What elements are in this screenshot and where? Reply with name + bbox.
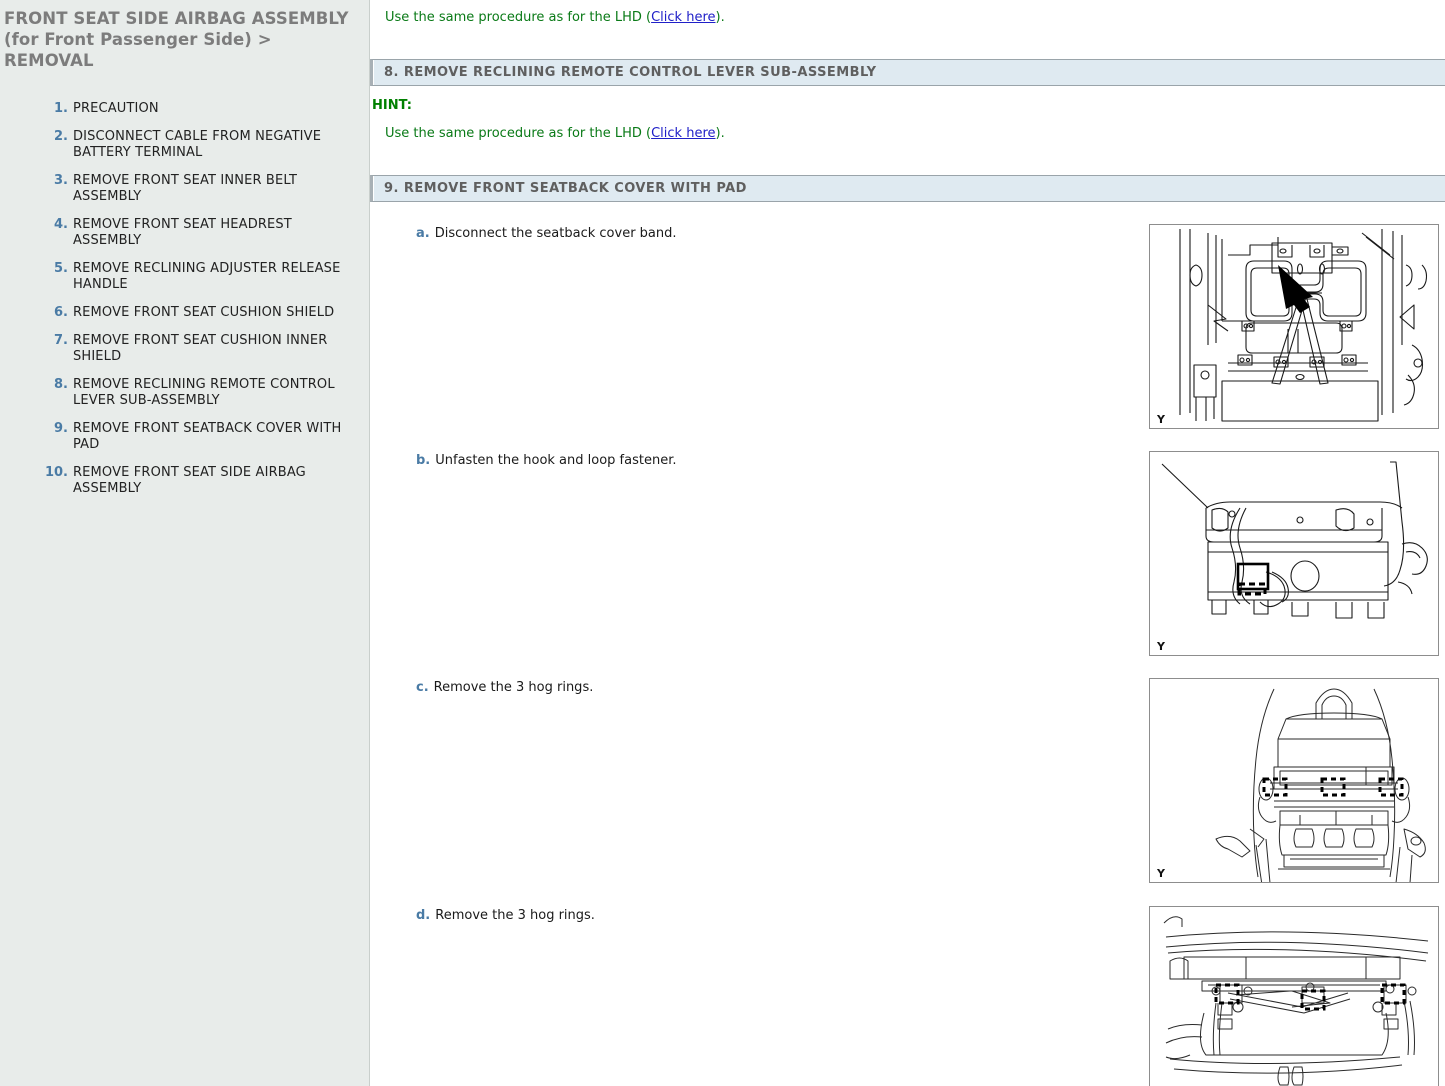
sidebar-item-label: DISCONNECT CABLE FROM NEGATIVE BATTERY T… xyxy=(73,129,353,161)
figure-hook-and-loop-fastener: Y xyxy=(1149,451,1439,656)
sidebar-item-side-airbag[interactable]: 10. REMOVE FRONT SEAT SIDE AIRBAG ASSEMB… xyxy=(0,465,369,497)
step-letter: a. xyxy=(416,225,430,242)
sidebar-item-cushion-shield[interactable]: 6. REMOVE FRONT SEAT CUSHION SHIELD xyxy=(0,305,369,321)
top-hint-before: Use the same procedure as for the LHD ( xyxy=(385,10,651,25)
seatback-rear-diagram xyxy=(1150,679,1438,882)
section-8-hint-text: Use the same procedure as for the LHD (C… xyxy=(370,125,725,142)
seat-lower-diagram xyxy=(1150,907,1438,1086)
toc-number: 2. xyxy=(48,129,68,145)
step-letter: b. xyxy=(416,452,430,469)
top-hint-after: ). xyxy=(716,10,725,25)
step-letter: c. xyxy=(416,679,429,696)
figure-tag: Y xyxy=(1157,867,1165,880)
sidebar-item-disconnect-battery[interactable]: 2. DISCONNECT CABLE FROM NEGATIVE BATTER… xyxy=(0,129,369,161)
seat-underside-diagram xyxy=(1150,452,1438,655)
click-here-link[interactable]: Click here xyxy=(651,126,715,141)
sidebar-item-seatback-cover[interactable]: 9. REMOVE FRONT SEATBACK COVER WITH PAD xyxy=(0,421,369,453)
figure-tag: Y xyxy=(1157,640,1165,653)
toc-number: 9. xyxy=(48,421,68,437)
seat-frame-diagram xyxy=(1150,225,1438,428)
hog-ring-markers xyxy=(1264,779,1402,795)
figure-hog-rings-lower xyxy=(1149,906,1439,1086)
step-text: Remove the 3 hog rings. xyxy=(434,679,594,696)
sidebar-item-headrest[interactable]: 4. REMOVE FRONT SEAT HEADREST ASSEMBLY xyxy=(0,217,369,249)
hint-before: Use the same procedure as for the LHD ( xyxy=(385,126,651,141)
sidebar: FRONT SEAT SIDE AIRBAG ASSEMBLY (for Fro… xyxy=(0,0,370,1086)
figure-hog-rings-upper: Y xyxy=(1149,678,1439,883)
sidebar-item-remote-control-lever[interactable]: 8. REMOVE RECLINING REMOTE CONTROL LEVER… xyxy=(0,377,369,409)
toc-number: 5. xyxy=(48,261,68,277)
sidebar-item-label: REMOVE RECLINING REMOTE CONTROL LEVER SU… xyxy=(73,377,353,409)
step-text: Disconnect the seatback cover band. xyxy=(435,225,677,242)
toc-number: 1. xyxy=(48,101,68,117)
sidebar-item-label: REMOVE FRONT SEAT SIDE AIRBAG ASSEMBLY xyxy=(73,465,353,497)
figure-tag: Y xyxy=(1157,413,1165,426)
hint-label: HINT: xyxy=(370,97,412,114)
table-of-contents: 1. PRECAUTION 2. DISCONNECT CABLE FROM N… xyxy=(0,101,369,497)
sidebar-item-cushion-inner-shield[interactable]: 7. REMOVE FRONT SEAT CUSHION INNER SHIEL… xyxy=(0,333,369,365)
step-letter: d. xyxy=(416,907,430,924)
sidebar-item-precaution[interactable]: 1. PRECAUTION xyxy=(0,101,369,117)
hint-after: ). xyxy=(716,126,725,141)
manual-page: FRONT SEAT SIDE AIRBAG ASSEMBLY (for Fro… xyxy=(0,0,1445,1086)
top-hint-text: Use the same procedure as for the LHD (C… xyxy=(370,9,725,26)
step-text: Unfasten the hook and loop fastener. xyxy=(435,452,676,469)
main-content: Use the same procedure as for the LHD (C… xyxy=(370,0,1445,1086)
step-b: b. Unfasten the hook and loop fastener. xyxy=(416,452,677,469)
sidebar-item-label: REMOVE FRONT SEAT HEADREST ASSEMBLY xyxy=(73,217,353,249)
click-here-link[interactable]: Click here xyxy=(651,10,715,25)
pointer-arrow xyxy=(1278,265,1313,313)
step-a: a. Disconnect the seatback cover band. xyxy=(416,225,677,242)
sidebar-item-adjuster-release-handle[interactable]: 5. REMOVE RECLINING ADJUSTER RELEASE HAN… xyxy=(0,261,369,293)
toc-number: 8. xyxy=(48,377,68,393)
figure-seatback-cover-band: Y xyxy=(1149,224,1439,429)
toc-number: 6. xyxy=(48,305,68,321)
sidebar-item-label: REMOVE FRONT SEAT INNER BELT ASSEMBLY xyxy=(73,173,353,205)
sidebar-item-label: REMOVE FRONT SEAT CUSHION INNER SHIELD xyxy=(73,333,353,365)
step-text: Remove the 3 hog rings. xyxy=(435,907,595,924)
section-heading-8: 8. REMOVE RECLINING REMOTE CONTROL LEVER… xyxy=(370,59,1445,86)
section-heading-9: 9. REMOVE FRONT SEATBACK COVER WITH PAD xyxy=(370,175,1445,202)
sidebar-item-label: REMOVE RECLINING ADJUSTER RELEASE HANDLE xyxy=(73,261,353,293)
toc-number: 4. xyxy=(48,217,68,233)
step-c: c. Remove the 3 hog rings. xyxy=(416,679,593,696)
step-d: d. Remove the 3 hog rings. xyxy=(416,907,595,924)
sidebar-item-label: PRECAUTION xyxy=(73,101,159,117)
page-title: FRONT SEAT SIDE AIRBAG ASSEMBLY (for Fro… xyxy=(0,0,369,71)
sidebar-item-inner-belt[interactable]: 3. REMOVE FRONT SEAT INNER BELT ASSEMBLY xyxy=(0,173,369,205)
toc-number: 10. xyxy=(41,465,68,481)
sidebar-item-label: REMOVE FRONT SEAT CUSHION SHIELD xyxy=(73,305,334,321)
toc-number: 3. xyxy=(48,173,68,189)
sidebar-item-label: REMOVE FRONT SEATBACK COVER WITH PAD xyxy=(73,421,353,453)
toc-number: 7. xyxy=(48,333,68,349)
